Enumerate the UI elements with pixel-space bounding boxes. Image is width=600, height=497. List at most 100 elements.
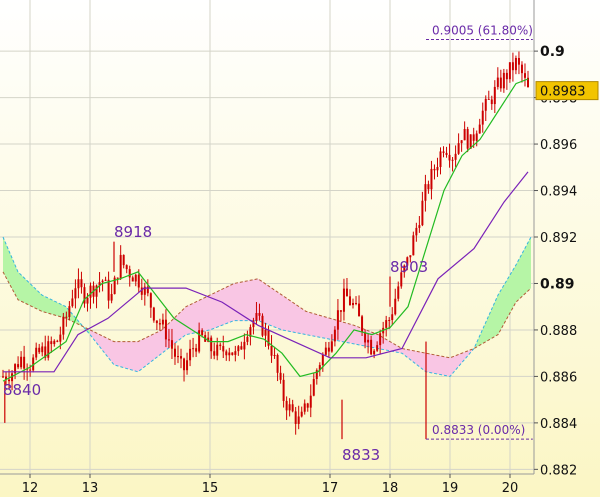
- candle-body: [17, 364, 20, 368]
- candle-body: [161, 319, 164, 325]
- candle-body: [373, 350, 376, 355]
- candle-body: [454, 153, 457, 160]
- candle-body: [167, 339, 170, 341]
- y-tick-label: 0.89: [540, 276, 575, 292]
- candle-body: [231, 352, 234, 355]
- candle-body: [222, 346, 225, 352]
- candle-body: [288, 404, 291, 411]
- candle-body: [451, 159, 454, 161]
- candle-body: [361, 316, 364, 333]
- candle-body: [496, 77, 499, 87]
- candle-body: [173, 348, 176, 357]
- candle-body: [370, 339, 373, 355]
- fib-level-label: 0.8833 (0.00%): [432, 423, 525, 437]
- candle-body: [321, 354, 324, 366]
- candle-body: [149, 293, 152, 308]
- candle-body: [285, 400, 288, 411]
- candle-body: [189, 348, 192, 361]
- x-tick-label: 13: [82, 481, 99, 496]
- candle-body: [68, 306, 71, 317]
- candle-body: [291, 404, 294, 412]
- candle-body: [264, 329, 267, 336]
- chart-canvas: 0.9005 (61.80%) 0.8833 (0.00%) 8918 8903 88…: [0, 0, 600, 497]
- price-annotation: 8903: [390, 258, 428, 276]
- candle-body: [170, 340, 173, 349]
- x-tick-label: 20: [502, 481, 519, 496]
- x-tick-label: 12: [22, 481, 39, 496]
- candle-body: [128, 269, 131, 278]
- candle-body: [333, 329, 336, 342]
- candle-body: [297, 416, 300, 424]
- candle-body: [511, 62, 514, 71]
- candle-body: [107, 279, 110, 301]
- ichimoku-chart: 0.9005 (61.80%) 0.8833 (0.00%) 8918 8903 88…: [0, 0, 600, 497]
- candle-body: [50, 341, 53, 345]
- candle-body: [243, 341, 246, 350]
- candle-body: [246, 336, 249, 342]
- candle-body: [228, 352, 231, 356]
- candle-body: [255, 313, 258, 321]
- fib-level-label: 0.9005 (61.80%): [432, 24, 533, 38]
- candle-body: [158, 323, 161, 325]
- candle-body: [89, 285, 92, 298]
- candle-body: [53, 340, 56, 345]
- candle-body: [430, 168, 433, 190]
- candle-body: [186, 360, 189, 371]
- candle-body: [35, 347, 38, 358]
- candle-body: [388, 319, 391, 321]
- candle-body: [210, 337, 213, 352]
- candle-body: [125, 265, 128, 270]
- candle-body: [364, 332, 367, 343]
- y-tick-label: 0.894: [540, 185, 577, 200]
- candle-body: [234, 351, 237, 355]
- cloud-segment-bearish: [234, 278, 258, 321]
- candle-body: [445, 152, 448, 155]
- candle-body: [71, 298, 74, 307]
- candle-body: [59, 334, 62, 342]
- candle-body: [237, 346, 240, 352]
- candle-body: [56, 340, 59, 342]
- candle-body: [29, 369, 32, 371]
- candle-body: [77, 279, 80, 289]
- candle-body: [487, 98, 490, 100]
- candle-body: [457, 143, 460, 154]
- candle-body: [279, 372, 282, 380]
- candle-body: [216, 344, 219, 356]
- candle-body: [294, 411, 297, 424]
- candle-body: [352, 302, 354, 306]
- x-tick-label: 17: [322, 481, 339, 496]
- y-tick-label: 0.886: [540, 370, 577, 385]
- candle-body: [367, 339, 370, 343]
- candle-body: [463, 128, 466, 141]
- candle-body: [116, 277, 119, 279]
- y-tick-label: 0.892: [540, 231, 577, 246]
- candle-body: [442, 151, 445, 153]
- candle-body: [336, 310, 339, 330]
- candle-body: [472, 134, 475, 141]
- candle-body: [213, 351, 216, 356]
- y-tick-label: 0.888: [540, 324, 577, 339]
- candle-body: [80, 279, 83, 288]
- candle-body: [502, 72, 505, 89]
- y-tick-label: 0.896: [540, 138, 577, 153]
- candle-body: [342, 288, 345, 312]
- candle-body: [433, 168, 436, 171]
- candle-body: [20, 356, 23, 368]
- candle-body: [379, 333, 382, 346]
- candle-body: [348, 296, 351, 306]
- x-tick-label: 18: [382, 481, 399, 496]
- candle-body: [219, 344, 222, 347]
- candle-body: [478, 124, 481, 134]
- candle-body: [270, 345, 273, 356]
- candle-body: [517, 57, 520, 65]
- candle-body: [355, 302, 358, 304]
- candle-body: [86, 297, 89, 304]
- candle-body: [152, 307, 155, 321]
- candle-body: [101, 280, 104, 283]
- y-tick-label: 0.884: [540, 417, 577, 432]
- candle-body: [65, 316, 68, 318]
- candle-body: [439, 151, 442, 168]
- candle-body: [358, 303, 361, 317]
- candle-body: [345, 288, 348, 297]
- candle-body: [309, 395, 312, 408]
